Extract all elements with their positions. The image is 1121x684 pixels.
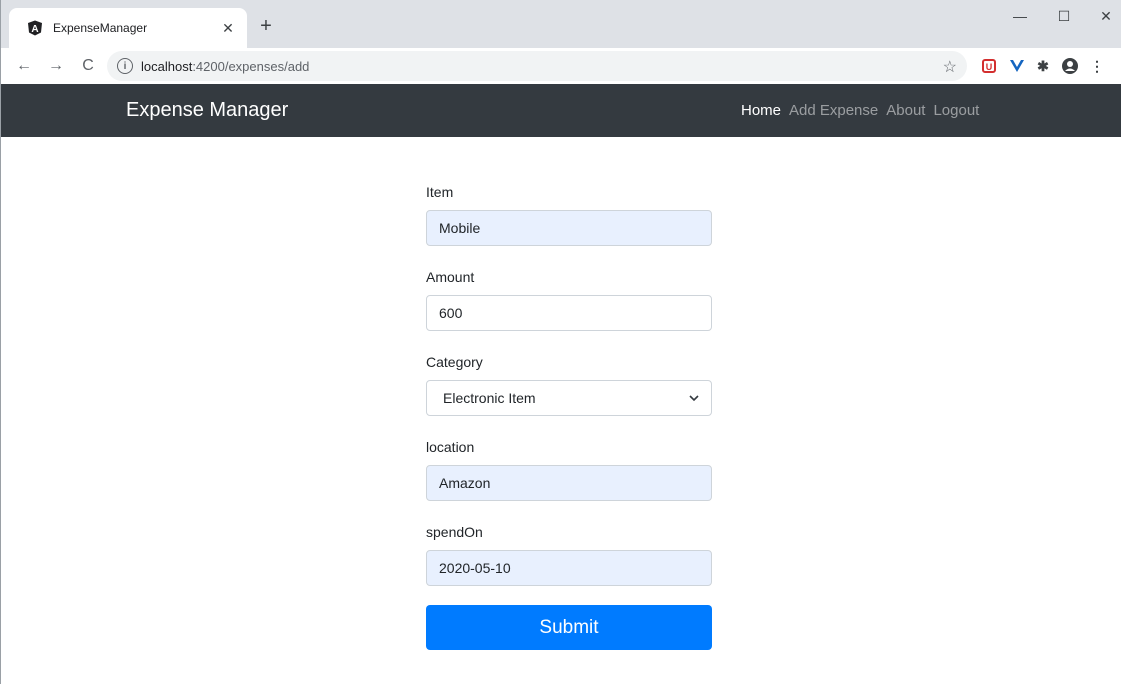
amount-value: 600 [439,305,463,321]
angular-icon: A [28,20,42,36]
ublock-icon[interactable]: U [979,56,999,76]
tab-strip: A ExpenseManager ✕ + — ☐ ✕ [1,0,1121,48]
plus-icon[interactable]: + [254,14,278,38]
minimize-icon[interactable]: — [1005,8,1035,24]
maximize-icon[interactable]: ☐ [1049,8,1079,25]
url-path: :4200/expenses/add [192,58,310,74]
url-text: localhost:4200/expenses/add [141,59,309,74]
item-label: Item [426,184,454,200]
info-icon[interactable]: i [117,58,133,74]
reload-icon[interactable]: C [75,53,101,79]
navbar-brand[interactable]: Expense Manager [126,99,288,122]
nav-links: Home Add Expense About Logout [741,102,987,119]
item-value: Mobile [439,220,481,236]
window-close-icon[interactable]: ✕ [1091,8,1121,25]
close-icon[interactable]: ✕ [219,20,237,37]
account-icon[interactable] [1060,56,1080,76]
puzzle-icon[interactable]: ✱ [1033,56,1053,76]
spendon-input[interactable]: 2020-05-10 [426,550,712,586]
chevron-down-icon [689,395,699,402]
spendon-label: spendOn [426,524,483,540]
svg-text:U: U [986,62,993,72]
star-icon[interactable]: ☆ [943,57,957,77]
forward-icon[interactable]: → [43,53,69,79]
browser-toolbar: ← → C i localhost:4200/expenses/add ☆ U … [1,48,1121,84]
location-label: location [426,439,475,455]
browser-tab[interactable]: A ExpenseManager ✕ [9,8,247,48]
svg-text:A: A [31,24,38,35]
location-value: Amazon [439,475,491,491]
category-label: Category [426,354,483,370]
vue-icon[interactable] [1007,56,1027,76]
location-input[interactable]: Amazon [426,465,712,501]
category-value: Electronic Item [443,390,536,406]
nav-link-home[interactable]: Home [741,102,781,119]
url-host: localhost [141,58,193,74]
menu-icon[interactable]: ⋮ [1087,56,1107,76]
nav-link-logout[interactable]: Logout [933,102,979,119]
submit-button[interactable]: Submit [426,605,712,650]
browser-window: A ExpenseManager ✕ + — ☐ ✕ ← → C i local… [0,0,1121,684]
tab-title: ExpenseManager [53,21,148,35]
back-icon[interactable]: ← [11,53,37,79]
app-navbar: Expense Manager Home Add Expense About L… [1,84,1121,137]
amount-label: Amount [426,269,475,285]
nav-link-about[interactable]: About [886,102,925,119]
spendon-value: 2020-05-10 [439,560,511,576]
expense-form: Item Mobile Amount 600 Category Electron… [426,184,712,650]
item-input[interactable]: Mobile [426,210,712,246]
address-bar[interactable]: i localhost:4200/expenses/add ☆ [107,51,967,81]
category-select[interactable]: Electronic Item [426,380,712,416]
amount-input[interactable]: 600 [426,295,712,331]
nav-link-add-expense[interactable]: Add Expense [789,102,878,119]
